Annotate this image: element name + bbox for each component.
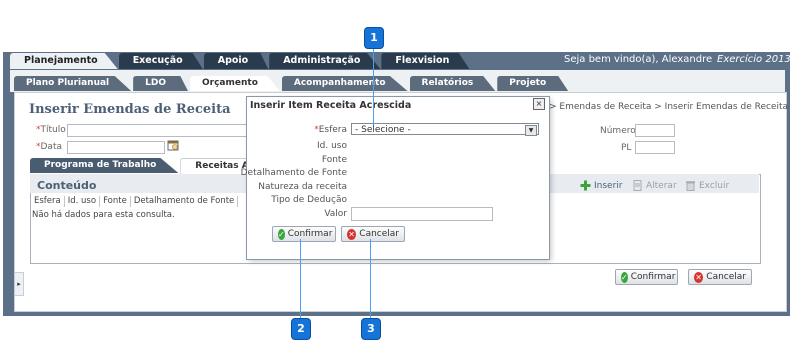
- column-esfera[interactable]: Esfera: [31, 196, 65, 207]
- tab-plano-plurianual[interactable]: Plano Plurianual: [14, 76, 132, 91]
- esfera-selected-value: - Selecione -: [355, 125, 411, 135]
- modal-cancelar-button[interactable]: ✕ Cancelar: [341, 226, 405, 242]
- data-label-text: Data: [40, 142, 63, 152]
- top-tabs: Planejamento Execução Apoio Administraçã…: [10, 53, 470, 70]
- inserir-button[interactable]: Inserir: [580, 180, 623, 191]
- pl-field[interactable]: [635, 141, 675, 154]
- natureza-label: Natureza da receita: [258, 182, 347, 192]
- column-id-uso[interactable]: Id. uso: [65, 196, 101, 207]
- callout-1: 1: [364, 27, 384, 49]
- empty-message: Não há dados para esta consulta.: [32, 210, 175, 220]
- trash-icon: [686, 181, 695, 191]
- callout-line-1: [373, 47, 374, 125]
- exercicio-text: Exercício 2013: [717, 54, 791, 65]
- callout-3: 3: [361, 318, 381, 340]
- callout-line-3: [370, 239, 371, 318]
- tab-administracao[interactable]: Administração: [269, 53, 381, 69]
- chevron-down-icon[interactable]: ▼: [525, 125, 537, 136]
- cancelar-label: Cancelar: [706, 272, 746, 282]
- content-title: Conteúdo: [37, 179, 97, 192]
- tab-orcamento[interactable]: Orçamento: [190, 76, 280, 91]
- check-icon: ✓: [278, 228, 285, 240]
- tab-acompanhamento[interactable]: Acompanhamento: [281, 76, 408, 91]
- alterar-label: Alterar: [646, 180, 677, 191]
- tab-apoio[interactable]: Apoio: [203, 53, 269, 69]
- edit-icon: [633, 180, 642, 191]
- cancel-icon: ✕: [347, 228, 357, 240]
- modal-confirmar-label: Confirmar: [287, 229, 333, 239]
- modal-confirmar-button[interactable]: ✓ Confirmar: [272, 226, 336, 242]
- page-title: Inserir Emendas de Receita: [29, 102, 231, 117]
- callout-line-2: [300, 239, 301, 318]
- tab-projeto[interactable]: Projeto: [497, 76, 569, 91]
- fonte-label: Fonte: [321, 155, 347, 165]
- id-uso-label: Id. uso: [317, 141, 347, 151]
- column-fonte[interactable]: Fonte: [100, 196, 131, 207]
- numero-field[interactable]: [635, 124, 675, 137]
- titulo-label-text: Título: [40, 125, 66, 135]
- excluir-button[interactable]: Excluir: [685, 180, 729, 191]
- confirmar-label: Confirmar: [630, 272, 676, 282]
- calendar-icon[interactable]: [167, 139, 179, 151]
- confirmar-button[interactable]: ✓ Confirmar: [615, 269, 678, 285]
- check-icon: ✓: [621, 271, 628, 283]
- tab-ldo[interactable]: LDO: [133, 76, 188, 91]
- cancelar-button[interactable]: ✕ Cancelar: [688, 269, 752, 285]
- side-toggle[interactable]: ▸: [14, 272, 24, 296]
- tab-planejamento[interactable]: Planejamento: [10, 53, 118, 69]
- alterar-button[interactable]: Alterar: [632, 180, 677, 191]
- tab-flexvision[interactable]: Flexvision: [381, 53, 470, 69]
- tab-execucao[interactable]: Execução: [118, 53, 203, 69]
- numero-label: Número: [600, 126, 636, 136]
- callout-2: 2: [291, 318, 311, 340]
- modal-title: Inserir Item Receita Acrescida: [250, 100, 412, 111]
- modal-cancelar-label: Cancelar: [359, 229, 399, 239]
- tipo-deducao-label: Tipo de Dedução: [271, 195, 347, 205]
- data-label: *Data: [36, 142, 62, 152]
- valor-input[interactable]: [351, 207, 493, 221]
- data-field[interactable]: [67, 141, 165, 154]
- breadcrumb: > Emendas de Receita > Inserir Emendas d…: [549, 102, 789, 112]
- close-icon[interactable]: ×: [533, 98, 545, 110]
- pl-label: PL: [621, 143, 632, 153]
- tab-programa-de-trabalho[interactable]: Programa de Trabalho: [30, 158, 179, 173]
- inserir-label: Inserir: [594, 180, 623, 191]
- esfera-label-text: Esfera: [318, 125, 347, 135]
- cancel-icon: ✕: [694, 271, 704, 283]
- welcome-text: Seja bem vindo(a), Alexandre: [564, 54, 713, 65]
- sub-tabs: Plano Plurianual LDO Orçamento Acompanha…: [14, 76, 570, 92]
- detalhamento-label: Detalhamento de Fonte: [240, 168, 347, 178]
- esfera-select[interactable]: - Selecione - ▼: [351, 123, 539, 136]
- tab-relatorios[interactable]: Relatórios: [409, 76, 496, 91]
- excluir-label: Excluir: [699, 180, 730, 191]
- valor-label: Valor: [324, 209, 347, 219]
- esfera-label: *Esfera: [197, 125, 347, 135]
- plus-icon: [580, 180, 591, 191]
- titulo-label: *Título: [36, 125, 66, 135]
